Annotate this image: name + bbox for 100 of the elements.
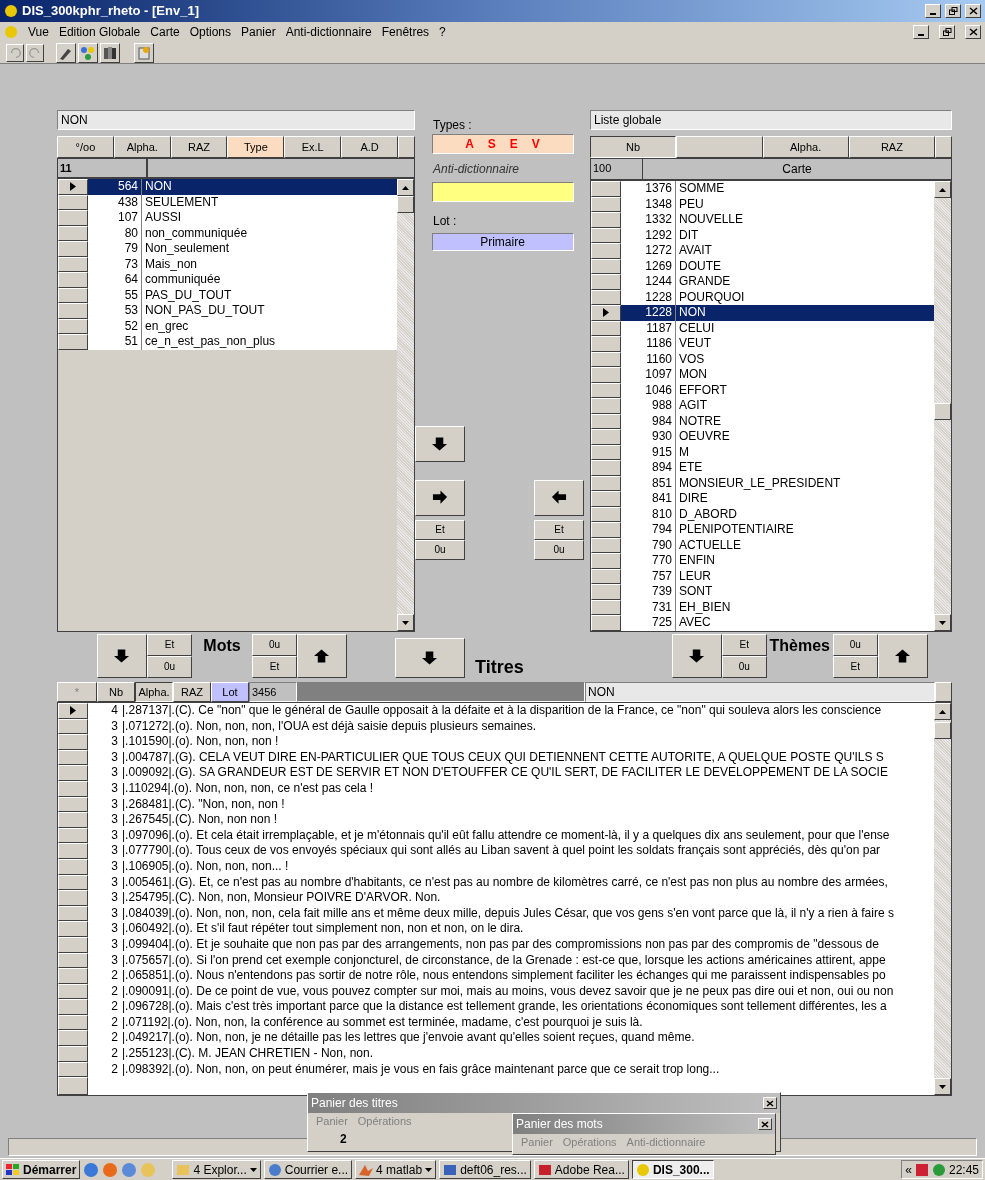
- row-header[interactable]: [58, 334, 88, 350]
- list-row[interactable]: 1244 GRANDE: [621, 274, 934, 290]
- menu-item[interactable]: Carte: [150, 23, 180, 41]
- list-row[interactable]: 53 NON_PAS_DU_TOUT: [88, 303, 397, 319]
- second-operator-button[interactable]: 0u: [147, 656, 192, 678]
- operator-button[interactable]: 0u: [415, 540, 465, 560]
- row-header[interactable]: [591, 615, 621, 631]
- row-header[interactable]: [591, 460, 621, 476]
- books-button[interactable]: [100, 42, 120, 63]
- list-row[interactable]: 1376 SOMME: [621, 181, 934, 197]
- sort-button[interactable]: RAZ: [173, 682, 211, 702]
- sort-button[interactable]: Type: [227, 136, 285, 158]
- minimize-button[interactable]: [913, 25, 929, 39]
- titles-button[interactable]: [395, 638, 465, 678]
- redo-button[interactable]: [26, 43, 44, 62]
- result-row[interactable]: 2 |.255123|.(C). M. JEAN CHRETIEN - Non, non.: [88, 1046, 934, 1062]
- menu-item[interactable]: Anti-dictionnaire: [285, 23, 372, 41]
- sort-button[interactable]: [676, 136, 763, 158]
- operator-button[interactable]: Et: [534, 520, 584, 540]
- restore-button[interactable]: [939, 25, 955, 39]
- row-header[interactable]: [591, 584, 621, 600]
- list-row[interactable]: 739 SONT: [621, 584, 934, 600]
- move-up-button[interactable]: [877, 634, 928, 678]
- row-header[interactable]: [58, 921, 88, 937]
- operator-button[interactable]: 0u: [534, 540, 584, 560]
- first-operator-button[interactable]: Et: [147, 634, 192, 656]
- menu-item[interactable]: Options: [189, 23, 231, 41]
- list-row[interactable]: 930 OEUVRE: [621, 429, 934, 445]
- taskbar-button[interactable]: Adobe Rea...: [533, 1160, 629, 1179]
- menu-item[interactable]: Fenêtres: [381, 23, 430, 41]
- lot-field[interactable]: Primaire: [431, 233, 574, 251]
- move-down-button[interactable]: [97, 634, 147, 678]
- row-header[interactable]: [591, 336, 621, 352]
- menu-item[interactable]: Edition Globale: [58, 23, 141, 41]
- taskbar-button[interactable]: 4 matlab: [355, 1160, 437, 1179]
- sort-button[interactable]: Lot: [211, 682, 249, 702]
- row-header[interactable]: [591, 243, 621, 259]
- move-up-button[interactable]: [297, 634, 347, 678]
- result-row[interactable]: 3 |.101590|.(o). Non, non, non !: [88, 734, 934, 750]
- row-header[interactable]: [591, 429, 621, 445]
- second-operator-button[interactable]: Et: [832, 656, 878, 678]
- row-header[interactable]: [58, 734, 88, 750]
- row-header[interactable]: [58, 272, 88, 288]
- list-row[interactable]: 564 NON: [88, 179, 397, 195]
- first-operator-button[interactable]: Et: [721, 634, 767, 656]
- operator-button[interactable]: Et: [415, 520, 465, 540]
- undo-button[interactable]: [6, 43, 24, 62]
- list-row[interactable]: 894 ETE: [621, 460, 934, 476]
- row-header[interactable]: [58, 843, 88, 859]
- result-row[interactable]: 2 |.096728|.(o). Mais c'est très important parce que la distance est tellement grande, les orientations économiques sont tellement différentes, les a: [88, 999, 934, 1015]
- row-header[interactable]: [591, 522, 621, 538]
- list-row[interactable]: 1186 VEUT: [621, 336, 934, 352]
- sort-button[interactable]: °/oo: [57, 136, 114, 158]
- list-row[interactable]: 794 PLENIPOTENTIAIRE: [621, 522, 934, 538]
- row-header[interactable]: [58, 890, 88, 906]
- taskbar-button[interactable]: 4 Explor...: [172, 1160, 261, 1179]
- result-row[interactable]: 4 |.287137|.(C). Ce "non" que le général de Gaulle opposait à la défaite et à la disparition de la France, ce "non" qui souleva alors les conscience: [88, 703, 934, 719]
- close-button[interactable]: [758, 1118, 772, 1130]
- row-header[interactable]: [58, 999, 88, 1015]
- row-header[interactable]: [58, 210, 88, 226]
- row-header[interactable]: [58, 303, 88, 319]
- scrollbar[interactable]: [397, 179, 414, 631]
- list-row[interactable]: 1272 AVAIT: [621, 243, 934, 259]
- close-button[interactable]: [965, 25, 981, 39]
- sort-button[interactable]: Alpha.: [762, 136, 849, 158]
- list-row[interactable]: 79 Non_seulement: [88, 241, 397, 257]
- restore-button[interactable]: [945, 4, 961, 18]
- row-header[interactable]: [58, 703, 88, 719]
- second-operator-button[interactable]: Et: [252, 656, 297, 678]
- sort-button[interactable]: RAZ: [170, 136, 228, 158]
- sort-button[interactable]: Alpha.: [113, 136, 171, 158]
- scroll-up-button[interactable]: [935, 136, 952, 158]
- scroll-thumb[interactable]: [397, 196, 414, 213]
- first-operator-button[interactable]: 0u: [252, 634, 297, 656]
- sort-button[interactable]: A.D: [341, 136, 398, 158]
- move-down-button[interactable]: [671, 634, 722, 678]
- result-row[interactable]: 3 |.077790|.(o). Tous ceux de vos envoyés spéciaux qui sont allés au Liban savent à quel point les soldats français sont appréciés, dès qu'on par: [88, 843, 934, 859]
- add-left-button[interactable]: [534, 480, 584, 516]
- taskbar-button[interactable]: DIS_300...: [631, 1160, 714, 1179]
- row-header[interactable]: [591, 491, 621, 507]
- row-header[interactable]: [58, 1046, 88, 1062]
- row-header[interactable]: [58, 812, 88, 828]
- row-header[interactable]: [58, 179, 88, 195]
- second-operator-button[interactable]: 0u: [721, 656, 767, 678]
- row-header[interactable]: [58, 241, 88, 257]
- row-header[interactable]: [591, 553, 621, 569]
- first-operator-button[interactable]: 0u: [832, 634, 878, 656]
- scrollbar[interactable]: [934, 703, 951, 1095]
- list-row[interactable]: 1228 NON: [621, 305, 934, 321]
- row-header[interactable]: [58, 765, 88, 781]
- row-header[interactable]: [58, 968, 88, 984]
- minimize-button[interactable]: [925, 4, 941, 18]
- list-row[interactable]: 725 AVEC: [621, 615, 934, 631]
- row-header[interactable]: [591, 305, 621, 321]
- row-header[interactable]: [591, 367, 621, 383]
- result-row[interactable]: 2 |.065851|.(o). Nous n'entendons pas sortir de notre rôle, nous entendons simplement faciliter les échanges qui me paraissent indispensables po: [88, 968, 934, 984]
- row-header[interactable]: [591, 212, 621, 228]
- list-row[interactable]: 51 ce_n_est_pas_non_plus: [88, 334, 397, 350]
- brush-button[interactable]: [56, 42, 76, 63]
- list-row[interactable]: 1332 NOUVELLE: [621, 212, 934, 228]
